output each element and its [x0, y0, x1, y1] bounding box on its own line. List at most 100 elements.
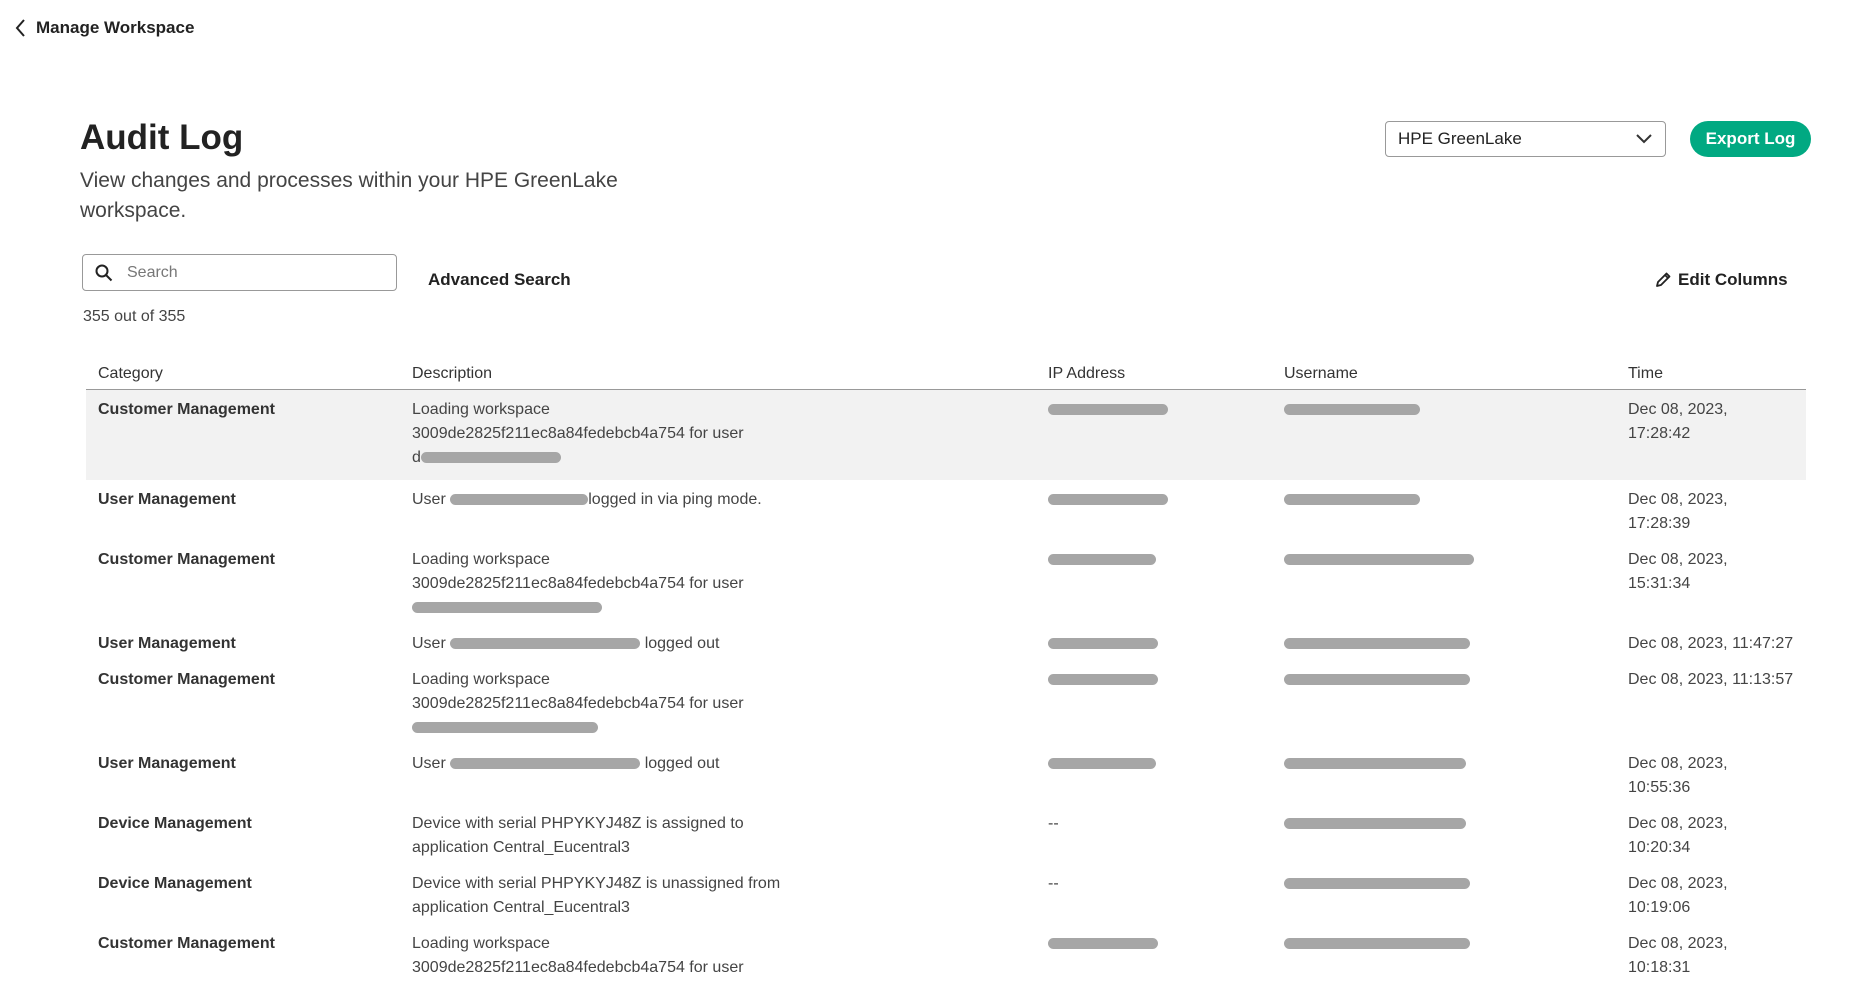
description-line: 3009de2825f211ec8a84fedebcb4a754 for use…	[412, 959, 744, 976]
description-cell: Loading workspace 3009de2825f211ec8a84fe…	[400, 660, 1036, 744]
description-cell: Device with serial PHPYKYJ48Z is assigne…	[400, 804, 1036, 864]
redacted-block	[1048, 674, 1158, 686]
description-cell: Loading workspace 3009de2825f211ec8a84fe…	[400, 540, 1036, 624]
description-line	[412, 596, 1024, 620]
search-box[interactable]	[82, 254, 397, 291]
redacted-block	[1048, 638, 1158, 650]
description-cell: Loading workspace 3009de2825f211ec8a84fe…	[400, 389, 1036, 480]
description-line: application Central_Eucentral3	[412, 839, 630, 856]
description-line: Loading workspace	[412, 671, 550, 688]
search-input[interactable]	[125, 262, 379, 283]
redacted-block	[1284, 554, 1474, 566]
username-cell	[1272, 480, 1616, 540]
redacted-block	[1284, 494, 1420, 506]
ip-address-cell	[1036, 744, 1272, 804]
result-count: 355 out of 355	[83, 308, 186, 325]
table-row[interactable]: User Management User logged in via ping …	[86, 480, 1806, 540]
category-cell: User Management	[98, 755, 236, 772]
table-row[interactable]: Customer Management Loading workspace 30…	[86, 924, 1806, 984]
edit-columns-button[interactable]: Edit Columns	[1654, 270, 1788, 290]
category-cell: Customer Management	[98, 671, 275, 688]
description-line: Device with serial PHPYKYJ48Z is assigne…	[412, 815, 744, 832]
column-header-time[interactable]: Time	[1616, 358, 1806, 390]
redacted-block	[1048, 938, 1158, 950]
table-header-row: Category Description IP Address Username…	[86, 358, 1806, 390]
description-fragment: logged in via ping mode.	[588, 491, 762, 508]
category-cell: Customer Management	[98, 935, 275, 952]
description-fragment: logged out	[644, 635, 720, 652]
redacted-block	[412, 602, 602, 614]
description-cell: User logged out	[400, 624, 1036, 660]
column-header-username[interactable]: Username	[1272, 358, 1616, 390]
time-cell: Dec 08, 2023, 11:47:27	[1628, 635, 1794, 652]
category-cell: Customer Management	[98, 551, 275, 568]
description-line	[412, 716, 1024, 740]
table-row[interactable]: User Management User logged out Dec 08, …	[86, 744, 1806, 804]
export-log-button[interactable]: Export Log	[1690, 121, 1811, 157]
username-cell	[1272, 540, 1616, 624]
redacted-block	[1284, 404, 1420, 416]
category-cell: User Management	[98, 635, 236, 652]
redacted-block	[1048, 554, 1156, 566]
redacted-block	[1284, 674, 1470, 686]
column-header-description[interactable]: Description	[400, 358, 1036, 390]
ip-address-cell	[1036, 624, 1272, 660]
username-cell	[1272, 624, 1616, 660]
table-row[interactable]: Device Management Device with serial PHP…	[86, 804, 1806, 864]
chevron-left-icon	[15, 19, 25, 37]
redacted-block	[1048, 758, 1156, 770]
ip-address-cell: --	[1048, 875, 1059, 892]
description-line: Loading workspace	[412, 551, 550, 568]
page-title: Audit Log	[80, 118, 244, 157]
redacted-block	[1048, 494, 1168, 506]
username-cell	[1272, 389, 1616, 480]
username-cell	[1272, 744, 1616, 804]
description-line: d	[412, 446, 1024, 470]
description-line: Loading workspace	[412, 401, 550, 418]
redacted-block	[1048, 404, 1168, 416]
ip-address-cell	[1036, 389, 1272, 480]
redacted-block	[1284, 938, 1470, 950]
audit-log-table: Category Description IP Address Username…	[86, 358, 1806, 984]
category-cell: Device Management	[98, 875, 252, 892]
time-cell: Dec 08, 2023, 11:13:57	[1628, 671, 1794, 688]
description-cell: Device with serial PHPYKYJ48Z is unassig…	[400, 864, 1036, 924]
description-fragment: User	[412, 755, 446, 772]
description-line: 3009de2825f211ec8a84fedebcb4a754 for use…	[412, 425, 744, 442]
redacted-block	[412, 722, 598, 734]
table-row[interactable]: User Management User logged out Dec 08, …	[86, 624, 1806, 660]
workspace-app-select[interactable]: HPE GreenLake	[1385, 121, 1666, 157]
category-cell: User Management	[98, 491, 236, 508]
category-cell: Customer Management	[86, 389, 400, 480]
table-row[interactable]: Customer Management Loading workspace 30…	[86, 389, 1806, 480]
description-line: 3009de2825f211ec8a84fedebcb4a754 for use…	[412, 575, 744, 592]
advanced-search-button[interactable]: Advanced Search	[428, 270, 571, 290]
time-cell: Dec 08, 2023, 10:55:36	[1628, 755, 1728, 796]
description-fragment: User	[412, 491, 446, 508]
description-fragment: User	[412, 635, 446, 652]
time-cell: Dec 08, 2023, 15:31:34	[1628, 551, 1728, 592]
time-cell: Dec 08, 2023, 10:19:06	[1628, 875, 1728, 916]
time-cell: Dec 08, 2023, 17:28:42	[1616, 389, 1806, 480]
username-cell	[1272, 660, 1616, 744]
description-fragment: d	[412, 449, 421, 466]
back-link[interactable]: Manage Workspace	[14, 18, 194, 38]
redacted-block	[1284, 878, 1470, 890]
description-cell: User logged in via ping mode.	[400, 480, 1036, 540]
description-fragment: logged out	[644, 755, 720, 772]
redacted-block	[1284, 818, 1466, 830]
column-header-ip-address[interactable]: IP Address	[1036, 358, 1272, 390]
ip-address-cell	[1036, 480, 1272, 540]
description-cell: Loading workspace 3009de2825f211ec8a84fe…	[400, 924, 1036, 984]
pencil-icon	[1656, 272, 1671, 287]
edit-columns-label: Edit Columns	[1678, 270, 1788, 289]
username-cell	[1272, 864, 1616, 924]
table-row[interactable]: Customer Management Loading workspace 30…	[86, 660, 1806, 744]
table-row[interactable]: Customer Management Loading workspace 30…	[86, 540, 1806, 624]
category-cell: Device Management	[98, 815, 252, 832]
column-header-category[interactable]: Category	[86, 358, 400, 390]
chevron-down-icon	[1636, 134, 1652, 144]
time-cell: Dec 08, 2023, 17:28:39	[1628, 491, 1728, 532]
back-link-label: Manage Workspace	[36, 18, 195, 37]
table-row[interactable]: Device Management Device with serial PHP…	[86, 864, 1806, 924]
